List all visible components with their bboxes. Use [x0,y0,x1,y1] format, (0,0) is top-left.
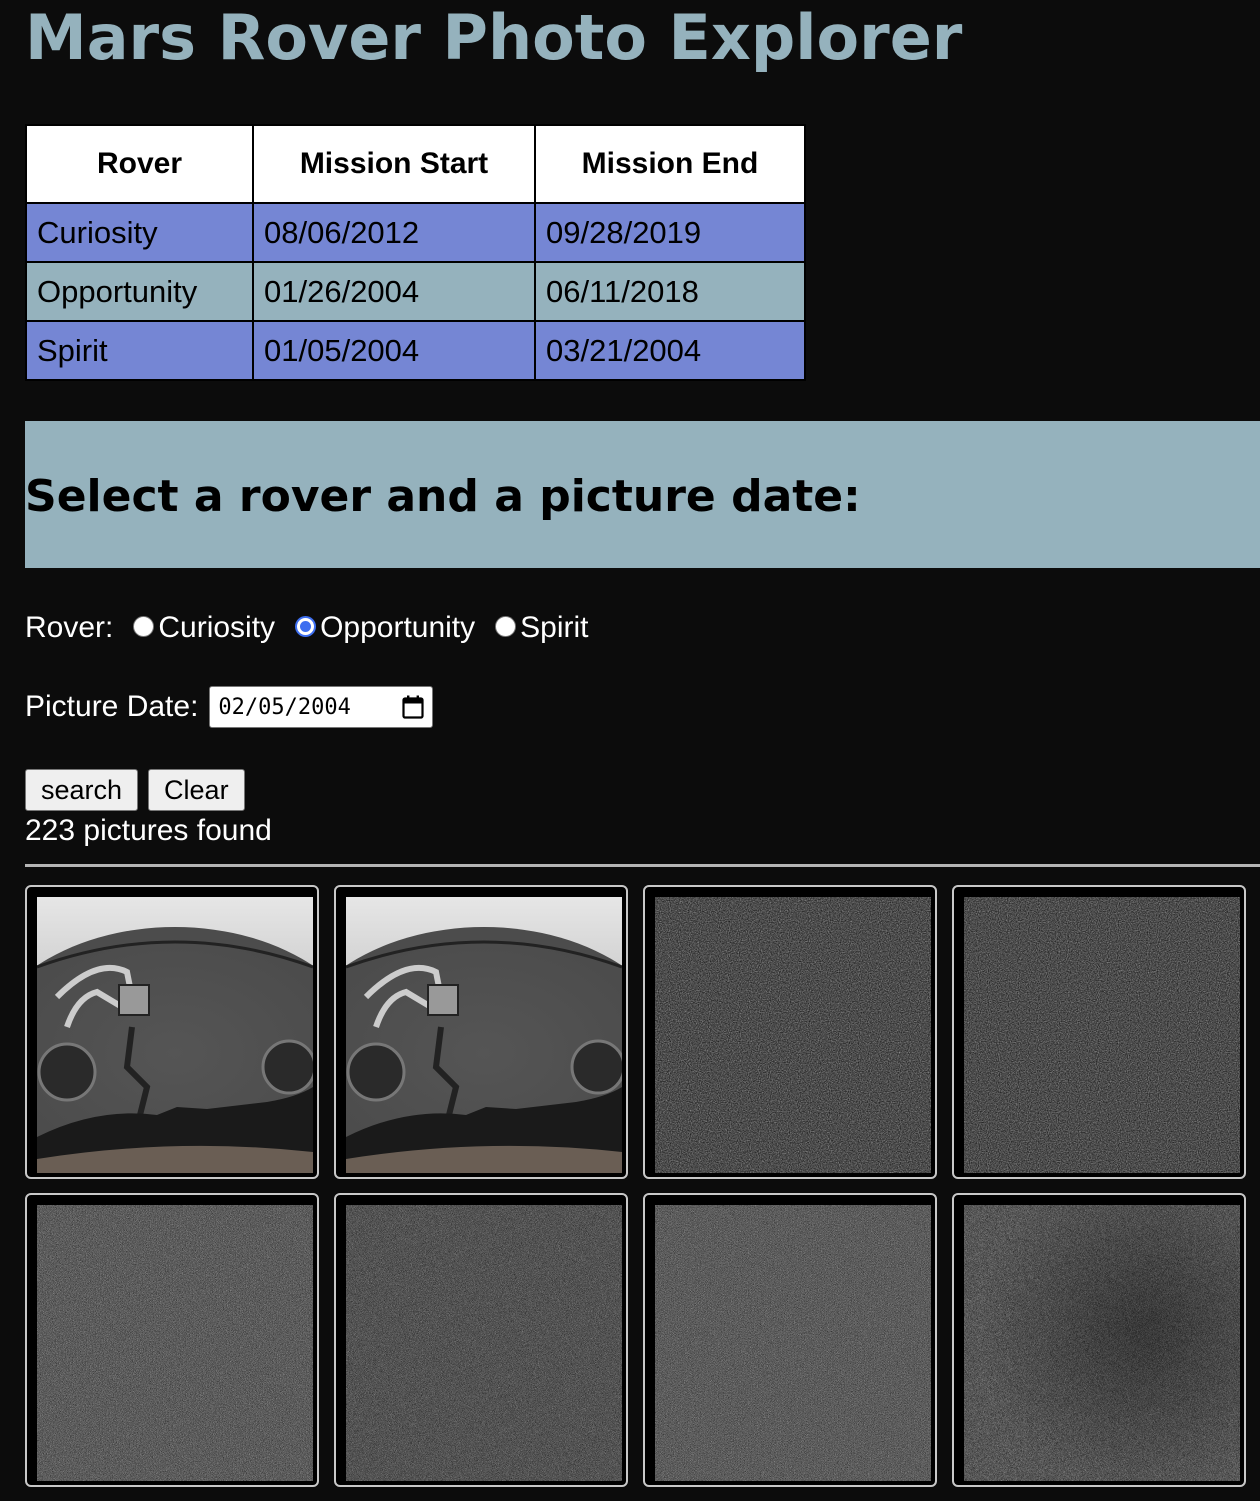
form-heading-banner: Select a rover and a picture date: [25,421,1260,568]
mission-dates-table: Rover Mission Start Mission End Curiosit… [25,124,806,381]
column-header: Mission Start [252,124,536,204]
radio-label-opportunity[interactable]: Opportunity [320,611,475,645]
table-row: Curiosity 08/06/2012 09/28/2019 [25,202,806,263]
column-header: Rover [25,124,254,204]
mission-end-cell: 09/28/2019 [534,202,806,263]
radio-curiosity[interactable] [133,615,155,637]
photo-tile[interactable] [952,1193,1246,1487]
table-header-row: Rover Mission Start Mission End [25,124,806,204]
photo-tile[interactable] [643,885,937,1179]
photo-tile[interactable] [334,885,628,1179]
rover-photo[interactable] [964,1205,1240,1481]
radio-label-spirit[interactable]: Spirit [520,611,588,645]
rover-photo[interactable] [346,897,622,1173]
rover-name-cell: Opportunity [25,261,254,322]
form-buttons: search Clear [25,769,245,811]
photo-tile[interactable] [25,885,319,1179]
photo-tile[interactable] [952,885,1246,1179]
rover-photo[interactable] [346,1205,622,1481]
calendar-icon[interactable] [402,695,425,719]
mission-start-cell: 01/05/2004 [252,320,536,381]
photo-tile[interactable] [643,1193,937,1487]
radio-opportunity[interactable] [295,615,317,637]
picture-date-input[interactable]: 02/05/2004 [209,686,434,728]
page-title: Mars Rover Photo Explorer [25,1,963,74]
rover-label: Rover: [25,611,114,644]
mission-end-cell: 03/21/2004 [534,320,806,381]
mission-start-cell: 01/26/2004 [252,261,536,322]
rover-name-cell: Curiosity [25,202,254,263]
form-heading: Select a rover and a picture date: [25,471,861,522]
picture-date-label: Picture Date: [25,690,199,723]
mission-start-cell: 08/06/2012 [252,202,536,263]
clear-button[interactable]: Clear [148,769,245,811]
date-value[interactable]: 02/05/2004 [218,695,350,720]
photo-tile[interactable] [25,1193,319,1487]
radio-spirit[interactable] [495,615,517,637]
mission-end-cell: 06/11/2018 [534,261,806,322]
picture-date-row: Picture Date: 02/05/2004 [25,685,434,729]
results-count: 223 pictures found [25,814,272,847]
rover-name-cell: Spirit [25,320,254,381]
rover-photo[interactable] [655,1205,931,1481]
rover-photo[interactable] [37,897,313,1173]
rover-selector: Rover: Curiosity Opportunity Spirit [25,608,589,648]
table-row: Spirit 01/05/2004 03/21/2004 [25,320,806,381]
search-button[interactable]: search [25,769,139,811]
results-divider [25,864,1260,867]
column-header: Mission End [534,124,806,204]
rover-photo[interactable] [655,897,931,1173]
rover-photo[interactable] [37,1205,313,1481]
photo-tile[interactable] [334,1193,628,1487]
rover-photo[interactable] [964,897,1240,1173]
table-row: Opportunity 01/26/2004 06/11/2018 [25,261,806,322]
radio-label-curiosity[interactable]: Curiosity [158,611,275,645]
